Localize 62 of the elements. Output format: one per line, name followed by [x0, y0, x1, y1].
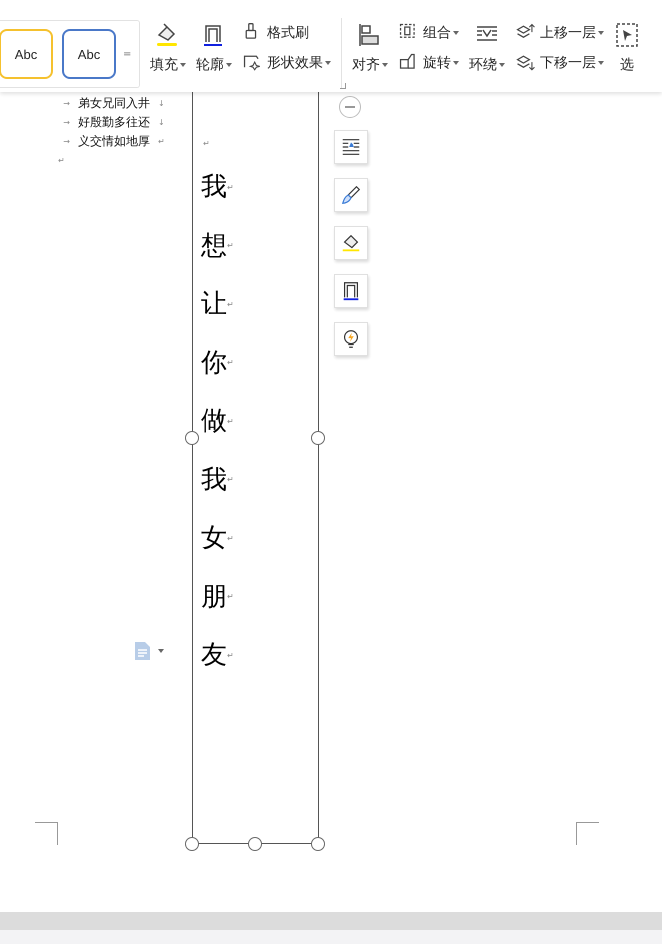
paragraph-mark: ↵ [58, 155, 65, 167]
paragraph-mark: ↵ [227, 300, 234, 309]
toolbar-button[interactable]: 环绕 [469, 22, 505, 74]
toolbar-button[interactable]: 格式刷 [242, 22, 331, 44]
resize-handle[interactable] [311, 837, 325, 851]
poem-line: 义交情如地厚 [78, 133, 150, 150]
style-preset[interactable]: Abc [62, 29, 116, 79]
toolbar-button[interactable]: 对齐 [352, 22, 388, 74]
paragraph-mark: ↓ [158, 117, 165, 129]
tab-mark: → [62, 98, 70, 110]
floating-tool-button[interactable] [334, 130, 368, 164]
resize-handle[interactable] [185, 837, 199, 851]
vertical-character: 让 [201, 291, 227, 318]
toolbar-button[interactable]: 轮廓 [196, 22, 232, 74]
floating-tool-button[interactable] [334, 226, 368, 260]
vertical-character: 友 [201, 642, 227, 668]
vertical-character: 做 [201, 408, 227, 434]
paragraph-mark: ↵ [227, 650, 234, 660]
document-icon [134, 641, 152, 661]
toolbar-button[interactable]: 形状效果 [242, 52, 331, 74]
poem-line: 好殷勤多往还 [78, 114, 150, 131]
toolbar-button[interactable]: 组合 [398, 22, 459, 44]
paragraph-mark: ↵ [227, 592, 234, 602]
vertical-character: 女 [201, 525, 227, 552]
resize-handle[interactable] [185, 431, 199, 445]
paragraph-mark: ↵ [227, 416, 234, 426]
select-icon [614, 22, 640, 48]
tab-mark: → [62, 136, 70, 148]
resize-handle[interactable] [311, 431, 325, 445]
paragraph-mark: ↵ [227, 534, 234, 543]
toolbar-button[interactable]: 填充 [150, 22, 186, 74]
toolbar-button[interactable]: 选 [614, 22, 640, 74]
vertical-character: 朋 [201, 584, 227, 610]
collapse-button[interactable] [339, 96, 361, 118]
layout-options-icon [340, 136, 362, 158]
paragraph-mark: ↵ [203, 138, 210, 148]
more-styles-button[interactable]: = [123, 48, 132, 60]
paragraph-mark: ↵ [227, 182, 234, 192]
toolbar-button[interactable]: 下移一层 [515, 52, 604, 74]
resize-handle[interactable] [248, 837, 262, 851]
paragraph-mark: ↵ [227, 241, 234, 250]
brush-icon [340, 184, 362, 206]
dialog-launcher-icon[interactable] [340, 83, 346, 89]
paint-bucket-icon [340, 232, 362, 254]
poem-line: 弟女兄同入井 [78, 95, 150, 112]
paragraph-mark: ↓ [158, 98, 165, 110]
toolbar-button[interactable]: 旋转 [398, 52, 459, 74]
paragraph-mark: ↵ [227, 475, 234, 484]
vertical-character: 想 [201, 232, 227, 259]
toolbar-button[interactable]: 上移一层 [515, 22, 604, 44]
floating-tool-button[interactable] [334, 274, 368, 308]
paragraph-mark: ↵ [227, 358, 234, 368]
page-corner-mark [576, 822, 599, 845]
tab-mark: → [62, 117, 70, 129]
floating-tool-button[interactable] [334, 322, 368, 356]
vertical-character: 我 [201, 466, 227, 493]
vertical-character: 你 [201, 350, 227, 376]
paragraph-mark: ↵ [158, 136, 165, 148]
style-preset[interactable]: Abc [0, 29, 53, 79]
vertical-character: 我 [201, 174, 227, 200]
page-corner-mark [35, 822, 58, 845]
dropdown-caret-icon [158, 649, 164, 653]
